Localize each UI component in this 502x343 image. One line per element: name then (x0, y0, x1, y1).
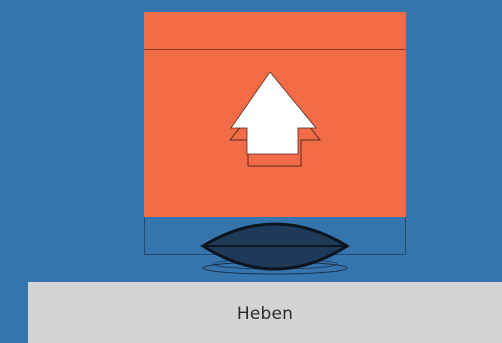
lift-button-label: Heben (236, 304, 294, 324)
lift-screen: Heben (0, 0, 502, 343)
lift-button[interactable]: Heben (28, 282, 502, 343)
lens-icon (200, 222, 350, 275)
lift-illustration (144, 12, 406, 275)
